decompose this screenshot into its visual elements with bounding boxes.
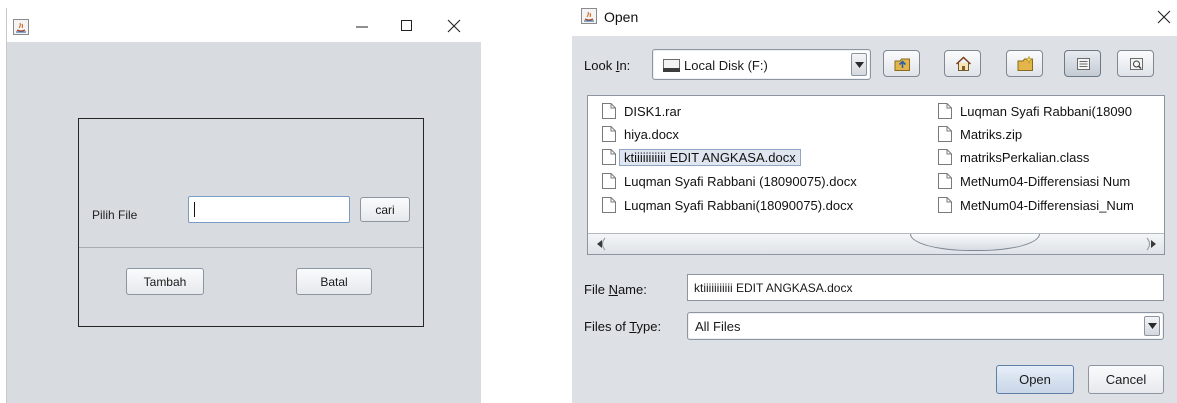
chevron-down-icon: [855, 62, 864, 68]
java-app-icon: [581, 8, 597, 24]
document-icon: [602, 126, 616, 142]
batal-button[interactable]: Batal: [296, 268, 372, 295]
files-of-type-value: All Files: [695, 319, 741, 334]
look-in-label: Look In:: [584, 58, 631, 73]
document-icon: [602, 197, 616, 213]
file-item[interactable]: matriksPerkalian.class: [938, 146, 1089, 168]
home-icon: [955, 56, 972, 71]
document-icon: [602, 103, 616, 119]
document-icon: [938, 173, 952, 189]
minimize-button[interactable]: [342, 12, 382, 40]
text-caret: [194, 202, 195, 217]
list-view-button[interactable]: [1064, 50, 1101, 77]
main-window-content: Pilih File cari Tambah Batal: [7, 42, 481, 403]
files-of-type-dropdown-arrow[interactable]: [1144, 316, 1160, 336]
close-icon: [1157, 10, 1171, 24]
document-icon: [938, 197, 952, 213]
file-item[interactable]: DISK1.rar: [602, 100, 681, 122]
files-of-type-label: Files of Type:: [584, 319, 662, 334]
panel-divider: [79, 247, 423, 248]
document-icon: [602, 173, 616, 189]
disk-drive-icon: [663, 59, 680, 72]
chevron-right-icon: [1146, 237, 1156, 251]
main-window-titlebar[interactable]: [7, 8, 481, 42]
up-one-level-button[interactable]: [883, 50, 920, 77]
file-name-label: File Name:: [584, 282, 647, 297]
close-icon: [447, 19, 461, 33]
pilih-file-label: Pilih File: [92, 208, 138, 222]
document-icon: [938, 149, 952, 165]
open-button[interactable]: Open: [996, 365, 1074, 394]
file-path-input[interactable]: [188, 196, 350, 223]
form-panel: Pilih File cari Tambah Batal: [78, 118, 424, 327]
file-item[interactable]: Matriks.zip: [938, 123, 1022, 145]
main-window: Pilih File cari Tambah Batal: [6, 8, 481, 403]
file-list[interactable]: DISK1.rar hiya.docx ktiiiiiiiiiii EDIT A…: [587, 95, 1165, 255]
dialog-close-button[interactable]: [1150, 4, 1176, 30]
maximize-button[interactable]: [387, 12, 427, 40]
cari-button[interactable]: cari: [360, 197, 410, 222]
scrollbar-thumb[interactable]: [910, 234, 1040, 251]
look-in-combo[interactable]: Local Disk (F:): [652, 49, 871, 80]
document-icon: [938, 103, 952, 119]
file-item[interactable]: MetNum04-Differensiasi Num: [938, 170, 1130, 192]
file-item[interactable]: Luqman Syafi Rabbani (18090075).docx: [602, 170, 857, 192]
file-item-selected[interactable]: ktiiiiiiiiiii EDIT ANGKASA.docx: [602, 146, 801, 168]
scroll-right-button[interactable]: [1143, 236, 1161, 252]
files-of-type-combo[interactable]: All Files: [687, 312, 1164, 340]
document-icon: [602, 149, 616, 165]
home-button[interactable]: [944, 50, 981, 77]
details-view-icon: [1130, 58, 1143, 70]
new-folder-button[interactable]: [1006, 50, 1043, 77]
details-view-button[interactable]: [1117, 50, 1154, 77]
chevron-left-icon: [597, 237, 606, 251]
horizontal-scrollbar[interactable]: [588, 233, 1164, 254]
close-button[interactable]: [434, 12, 474, 40]
tambah-button[interactable]: Tambah: [126, 268, 204, 295]
file-name-input[interactable]: ktiiiiiiiiiii EDIT ANGKASA.docx: [687, 274, 1164, 301]
open-dialog: Open Look In: Local Disk (F:) DISK1.rar …: [572, 0, 1177, 403]
open-dialog-titlebar[interactable]: Open: [572, 0, 1177, 36]
file-item[interactable]: MetNum04-Differensiasi_Num: [938, 194, 1134, 216]
look-in-value: Local Disk (F:): [684, 58, 768, 73]
scroll-left-button[interactable]: [591, 236, 609, 252]
cancel-button[interactable]: Cancel: [1088, 365, 1164, 394]
file-item[interactable]: hiya.docx: [602, 123, 679, 145]
dialog-title: Open: [604, 9, 639, 25]
java-app-icon: [13, 19, 29, 35]
minimize-icon: [356, 26, 368, 28]
document-icon: [938, 126, 952, 142]
new-folder-icon: [1017, 56, 1034, 71]
up-one-level-icon: [894, 58, 910, 71]
look-in-dropdown-arrow[interactable]: [851, 53, 867, 76]
chevron-down-icon: [1148, 323, 1157, 329]
list-view-icon: [1077, 58, 1090, 70]
file-item[interactable]: Luqman Syafi Rabbani(18090075).docx: [602, 194, 853, 216]
file-item[interactable]: Luqman Syafi Rabbani(18090: [938, 100, 1132, 122]
maximize-icon: [401, 20, 412, 31]
